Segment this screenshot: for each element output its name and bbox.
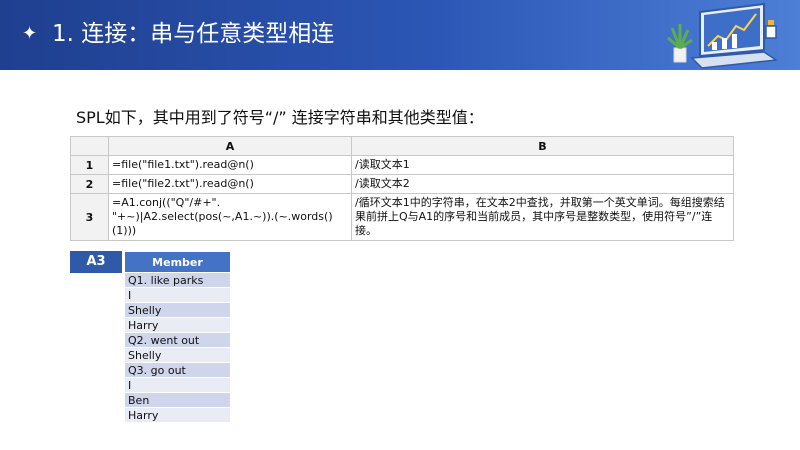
mug-icon bbox=[765, 20, 777, 39]
member-column-header: Member bbox=[124, 251, 231, 273]
member-value: Harry bbox=[124, 317, 231, 333]
row-number: 2 bbox=[70, 174, 109, 194]
cell-a3[interactable]: =A1.conj(("Q"/#+". "+~)|A2.select(pos(~,… bbox=[108, 193, 352, 241]
member-value: I bbox=[124, 287, 231, 303]
cell-b3[interactable]: /循环文本1中的字符串，在文本2中查找，并取第一个英文单词。每组搜索结果前拼上Q… bbox=[351, 193, 734, 241]
col-header-b: B bbox=[351, 136, 734, 156]
member-value: Harry bbox=[124, 407, 231, 423]
grid-corner-cell bbox=[70, 136, 109, 156]
member-value: Q3. go out bbox=[124, 362, 231, 378]
member-value: Shelly bbox=[124, 302, 231, 318]
table-row: I bbox=[124, 287, 231, 303]
cell-a2[interactable]: =file("file2.txt").read@n() bbox=[108, 174, 352, 194]
member-value: Q2. went out bbox=[124, 332, 231, 348]
cell-b2[interactable]: /读取文本2 bbox=[351, 174, 734, 194]
grid-row: 2 =file("file2.txt").read@n() /读取文本2 bbox=[70, 174, 734, 194]
table-row: Shelly bbox=[124, 347, 231, 363]
table-row: Harry bbox=[124, 317, 231, 333]
table-row: Shelly bbox=[124, 302, 231, 318]
table-row: Q3. go out bbox=[124, 362, 231, 378]
row-number: 3 bbox=[70, 193, 109, 241]
cell-b1[interactable]: /读取文本1 bbox=[351, 155, 734, 175]
star-icon: ✦ bbox=[22, 23, 38, 44]
member-header-row: Member bbox=[124, 251, 231, 273]
table-row: Ben bbox=[124, 392, 231, 408]
laptop-chart-illustration-icon bbox=[667, 2, 779, 69]
col-header-a: A bbox=[108, 136, 352, 156]
slide-header: ✦ 1. 连接：串与任意类型相连 bbox=[0, 0, 800, 70]
laptop-icon bbox=[690, 2, 779, 69]
result-cell-label: A3 bbox=[70, 251, 122, 273]
member-value: Ben bbox=[124, 392, 231, 408]
grid-row: 1 =file("file1.txt").read@n() /读取文本1 bbox=[70, 155, 734, 175]
cell-a1[interactable]: =file("file1.txt").read@n() bbox=[108, 155, 352, 175]
row-number: 1 bbox=[70, 155, 109, 175]
table-row: Harry bbox=[124, 407, 231, 423]
intro-text: SPL如下，其中用到了符号“/” 连接字符串和其他类型值： bbox=[76, 108, 484, 127]
plant-icon bbox=[667, 24, 693, 63]
spl-grid: A B 1 =file("file1.txt").read@n() /读取文本1… bbox=[70, 136, 734, 241]
member-value: Q1. like parks bbox=[124, 272, 231, 288]
table-row: Q1. like parks bbox=[124, 272, 231, 288]
table-row: Q2. went out bbox=[124, 332, 231, 348]
grid-header-row: A B bbox=[70, 136, 734, 156]
member-value: Shelly bbox=[124, 347, 231, 363]
slide-title: 1. 连接：串与任意类型相连 bbox=[52, 21, 335, 47]
member-value: I bbox=[124, 377, 231, 393]
result-member-table: Member Q1. like parks I Shelly Harry Q2.… bbox=[124, 251, 231, 423]
table-row: I bbox=[124, 377, 231, 393]
grid-row: 3 =A1.conj(("Q"/#+". "+~)|A2.select(pos(… bbox=[70, 193, 734, 241]
